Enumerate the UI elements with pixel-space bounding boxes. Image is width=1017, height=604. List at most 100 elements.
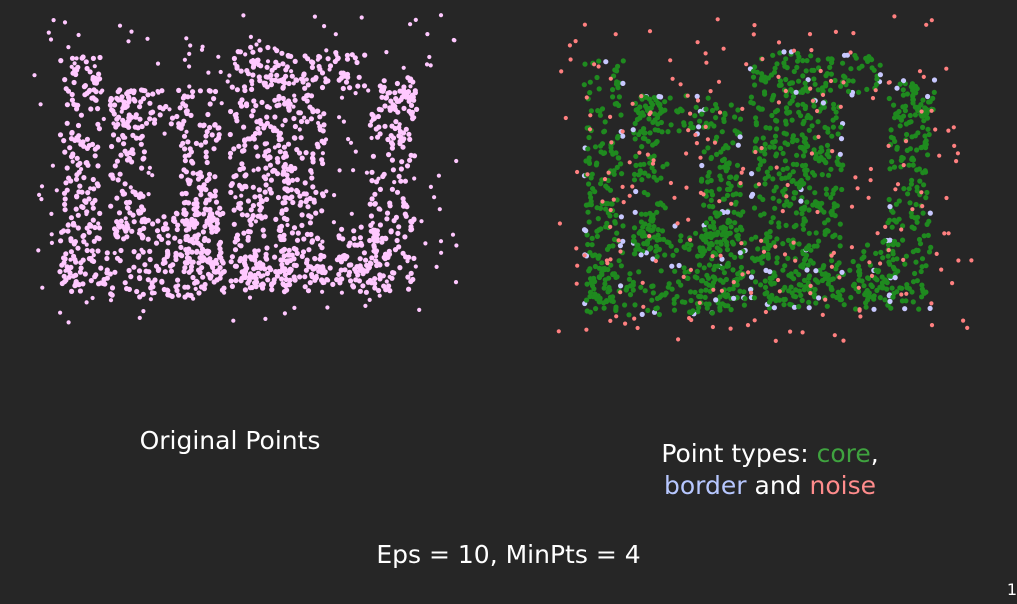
data-point — [423, 241, 428, 246]
data-point — [167, 263, 174, 269]
data-point — [181, 133, 188, 139]
core-point — [771, 240, 777, 246]
core-point — [633, 153, 639, 159]
data-point — [138, 141, 144, 147]
core-point — [856, 268, 862, 275]
noise-point — [672, 195, 677, 200]
core-point — [596, 58, 602, 64]
core-point — [910, 162, 916, 168]
data-point — [206, 70, 211, 75]
data-point — [269, 77, 275, 83]
core-point — [649, 165, 655, 171]
core-point — [931, 89, 937, 95]
data-point — [228, 108, 234, 115]
noise-point — [917, 69, 923, 74]
data-point — [298, 199, 304, 205]
noise-point — [878, 261, 883, 266]
core-point — [688, 297, 694, 304]
data-point — [359, 266, 364, 271]
data-point — [273, 269, 279, 275]
noise-point — [650, 161, 656, 166]
data-point — [234, 65, 240, 71]
core-point — [714, 239, 720, 245]
core-point — [928, 244, 934, 250]
data-point — [116, 210, 123, 216]
core-point — [753, 119, 759, 126]
core-point — [716, 186, 722, 192]
core-point — [781, 302, 787, 308]
data-point — [369, 135, 374, 141]
data-point — [298, 135, 304, 141]
core-point — [783, 56, 789, 62]
data-point — [454, 243, 459, 248]
data-point — [124, 234, 130, 240]
core-point — [770, 215, 776, 221]
core-point — [595, 216, 601, 222]
data-point — [277, 233, 283, 240]
data-point — [242, 287, 248, 293]
core-point — [790, 133, 796, 139]
core-point — [799, 297, 805, 304]
data-point — [239, 193, 244, 198]
data-point — [225, 79, 230, 84]
data-point — [411, 255, 417, 261]
data-point — [453, 280, 459, 285]
core-point — [818, 154, 824, 161]
data-point — [310, 184, 316, 190]
noise-point — [808, 86, 813, 91]
data-point — [95, 106, 101, 112]
noise-point — [901, 257, 906, 262]
data-point — [261, 233, 267, 239]
noise-point — [621, 200, 626, 205]
data-point — [136, 268, 143, 274]
core-point — [619, 171, 625, 177]
data-point — [282, 199, 288, 206]
core-point — [783, 93, 789, 99]
core-point — [591, 275, 597, 281]
noise-point — [710, 324, 715, 330]
data-point — [203, 149, 209, 155]
core-point — [914, 147, 920, 153]
core-point — [708, 215, 714, 222]
data-point — [356, 74, 362, 80]
core-point — [714, 151, 720, 157]
core-point — [590, 253, 596, 259]
data-point — [256, 201, 262, 207]
core-point — [726, 286, 732, 292]
data-point — [91, 238, 97, 244]
data-point — [205, 238, 211, 244]
legend-noise: noise — [809, 471, 876, 500]
core-point — [755, 246, 761, 252]
data-point — [376, 124, 382, 130]
core-point — [799, 205, 806, 211]
data-point — [284, 64, 290, 70]
data-point — [412, 90, 418, 96]
core-point — [688, 309, 694, 316]
core-point — [774, 260, 780, 266]
core-point — [778, 82, 784, 88]
data-point — [438, 13, 444, 18]
data-point — [401, 138, 406, 144]
core-point — [809, 123, 815, 129]
core-point — [841, 302, 847, 308]
core-point — [709, 107, 716, 114]
core-point — [806, 230, 812, 236]
data-point — [331, 220, 336, 225]
core-point — [706, 262, 713, 268]
core-point — [764, 238, 770, 244]
data-point — [74, 56, 79, 61]
data-point — [272, 254, 278, 260]
core-point — [650, 142, 656, 148]
data-point — [234, 87, 240, 93]
data-point — [357, 235, 363, 241]
noise-point — [563, 115, 568, 121]
data-point — [351, 168, 356, 173]
data-point — [184, 129, 189, 134]
core-point — [681, 265, 687, 271]
core-point — [783, 222, 789, 228]
data-point — [324, 189, 329, 194]
data-point — [282, 272, 288, 278]
core-point — [597, 205, 604, 211]
data-point — [69, 130, 75, 136]
noise-point — [556, 329, 561, 334]
